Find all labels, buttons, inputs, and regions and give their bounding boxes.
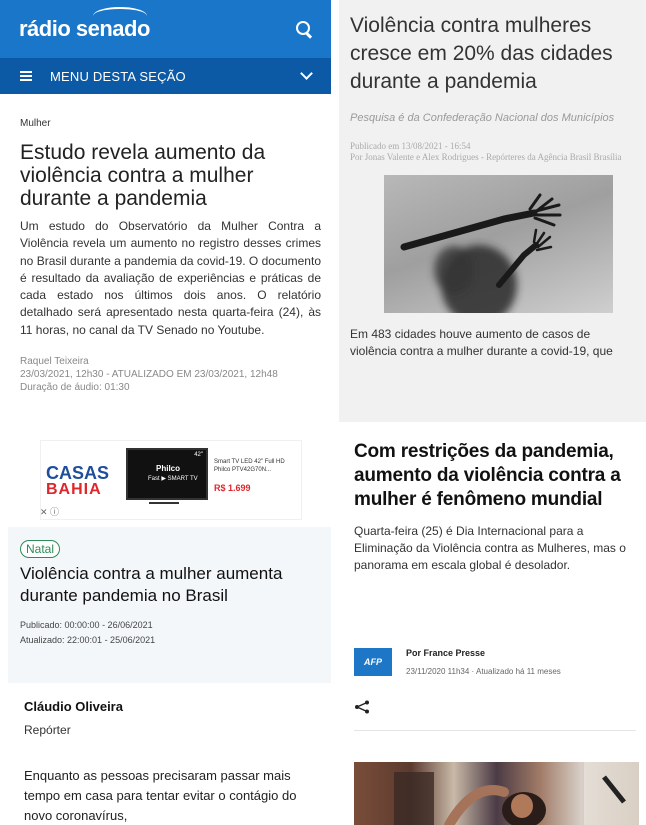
afp-logo: AFP [354,648,392,676]
france-presse-panel: Com restrições da pandemia, aumento da v… [339,430,646,825]
article-byline[interactable]: Por France Presse [406,648,561,658]
article-meta: Raquel Teixeira 23/03/2021, 12h30 - ATUA… [20,355,321,394]
hamburger-icon [20,71,32,81]
tv-size-label: 42" [194,452,203,458]
article-photo [384,175,613,313]
article-photo [354,762,639,825]
article-meta: Publicado: 00:00:00 - 26/06/2021 Atualiz… [20,618,321,648]
section-menu-bar[interactable]: MENU DESTA SEÇÃO [0,58,331,94]
agencia-brasil-panel: Violência contra mulheres cresce em 20% … [339,0,646,422]
article-header-box: Natal Violência contra a mulher aumenta … [8,527,331,683]
article-author: Raquel Teixeira [20,356,89,368]
article-date: Publicado em 13/08/2021 - 16:54 [350,141,471,151]
audio-duration: Duração de áudio: 01:30 [20,382,130,394]
tv-product-image: 42" Philco Fast ▶ SMART TV [126,448,208,500]
protest-photo-image [394,762,639,825]
radio-senado-panel: rádio senado MENU DESTA SEÇÃO Mulher Est… [0,0,331,422]
author-role: Repórter [24,723,71,737]
ad-description: Smart TV LED 42" Full HD Philco PTV42G70… [214,459,285,473]
ad-brand-casas: CASAS [46,463,110,483]
article-date: 23/03/2021, 12h30 - ATUALIZADO EM 23/03/… [20,369,278,381]
ad-close-info-icon[interactable]: ✕ ⓘ [40,505,59,518]
article-date: 23/11/2020 11h34 · Atualizado há 11 mese… [406,667,561,676]
article-lead: Enquanto as pessoas precisaram passar ma… [24,768,297,823]
advertisement-banner[interactable]: CASAS BAHIA 42" Philco Fast ▶ SMART TV S… [40,440,302,520]
article-body: Mulher Estudo revela aumento da violênci… [0,94,331,394]
share-icon-glyph [355,700,369,714]
site-header: rádio senado [0,0,331,58]
logo-arc [93,7,147,25]
share-icon[interactable] [354,700,370,714]
article-title: Violência contra mulheres cresce em 20% … [350,14,613,93]
article-title: Com restrições da pandemia, aumento da v… [354,441,621,510]
article-title: Violência contra a mulher aumenta durant… [20,564,283,605]
ad-price: R$ 1.699 [214,483,251,493]
article-title: Estudo revela aumento da violência contr… [20,141,266,210]
article-updated: Atualizado: 22:00:01 - 25/06/2021 [20,635,156,645]
article-lead: Um estudo do Observatório da Mulher Cont… [20,219,321,337]
tv-brand-label: Philco [156,464,181,473]
ad-brand-bahia: BAHIA [46,481,102,498]
article-category[interactable]: Mulher [20,118,321,129]
location-tag[interactable]: Natal [20,540,61,558]
silhouette-hands-image [400,193,562,313]
site-logo[interactable]: rádio senado [19,7,150,42]
tv-stand [149,502,179,504]
search-icon[interactable] [295,20,313,38]
brasil-de-fato-panel: CASAS BAHIA 42" Philco Fast ▶ SMART TV S… [0,430,331,825]
section-menu-label: MENU DESTA SEÇÃO [50,68,186,84]
article-subtitle: Pesquisa é da Confederação Nacional dos … [350,112,615,124]
tv-sub-label: Fast ▶ SMART TV [148,476,198,482]
article-published: Publicado: 00:00:00 - 26/06/2021 [20,620,153,630]
article-byline: Por Jonas Valente e Alex Rodrigues - Rep… [350,152,622,162]
chevron-down-icon [300,67,313,80]
article-subtitle: Quarta-feira (25) é Dia Internacional pa… [354,524,626,572]
article-author[interactable]: Cláudio Oliveira [24,699,123,714]
author-info: Por France Presse 23/11/2020 11h34 · Atu… [406,648,561,676]
article-lead: Em 483 cidades houve aumento de casos de… [350,327,613,358]
author-block: AFP Por France Presse 23/11/2020 11h34 ·… [354,648,561,676]
article-meta: Publicado em 13/08/2021 - 16:54 Por Jona… [350,141,636,163]
divider [354,730,636,731]
